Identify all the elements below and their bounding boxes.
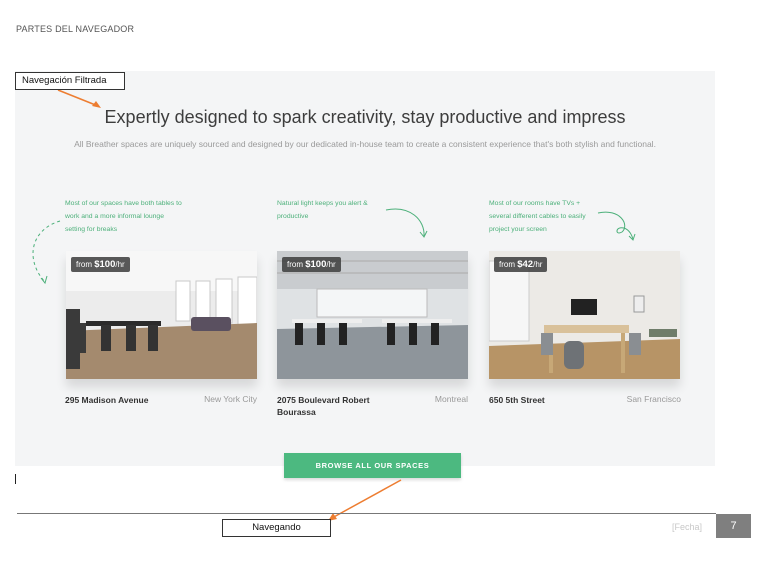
orange-arrow-icon xyxy=(57,89,99,107)
callout-filtered-navigation: Navegación Filtrada xyxy=(15,72,125,90)
callout-browsing: Navegando xyxy=(222,519,331,537)
dashed-arrow-icon xyxy=(32,220,61,283)
text-cursor xyxy=(15,474,16,484)
curved-arrow-icon xyxy=(385,208,425,237)
footer-date-placeholder: [Fecha] xyxy=(672,522,703,532)
loop-arrow-icon xyxy=(597,211,634,240)
page-number: 7 xyxy=(716,514,751,538)
footer-divider xyxy=(17,513,716,514)
